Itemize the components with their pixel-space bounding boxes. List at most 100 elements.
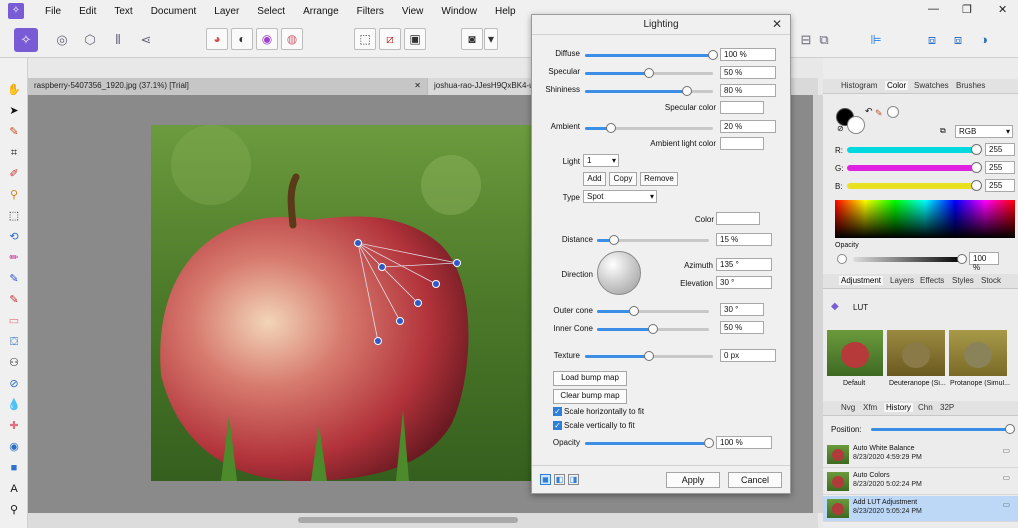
opacity-slider[interactable] — [853, 257, 963, 262]
contrast-icon[interactable]: ◐ — [231, 28, 253, 50]
tab-effects[interactable]: Effects — [920, 276, 944, 285]
invert-selection-icon[interactable]: ▣ — [404, 28, 426, 50]
shininess-field[interactable]: 80 % — [720, 84, 776, 97]
tab-channels[interactable]: Chn — [918, 403, 933, 412]
green-slider-knob[interactable] — [971, 162, 982, 173]
scrollbar-thumb[interactable] — [298, 517, 518, 523]
light-select[interactable]: 1 ▾ — [583, 154, 619, 167]
shininess-slider[interactable] — [585, 86, 713, 96]
erase-brush-icon[interactable]: ▭ — [6, 313, 22, 329]
develop-persona-icon[interactable]: ⬡ — [78, 28, 102, 52]
red-slider[interactable] — [847, 147, 977, 153]
arrange-icon[interactable]: ⧉ — [812, 28, 836, 52]
diffuse-slider[interactable] — [585, 50, 718, 60]
clear-bump-map-button[interactable]: Clear bump map — [553, 389, 627, 404]
align-left-icon[interactable]: ⊫ — [864, 28, 888, 52]
close-tab-icon[interactable]: ✕ — [414, 81, 421, 90]
scale-vertically-checkbox[interactable]: ✓ — [553, 421, 562, 430]
tone-mapping-persona-icon[interactable]: ⫴ — [106, 28, 130, 52]
history-position-slider[interactable] — [871, 428, 1011, 431]
horizontal-scrollbar[interactable] — [28, 513, 818, 528]
zoom-tool-icon[interactable]: ⚲ — [6, 502, 22, 518]
history-item[interactable]: Auto Colors 8/23/2020 5:02:24 PM ▭ — [823, 469, 1018, 495]
menu-help[interactable]: Help — [495, 6, 516, 17]
selection-brush-icon[interactable]: ✐ — [6, 166, 22, 182]
lut-preset-protanope[interactable] — [949, 330, 1007, 376]
tab-navigator[interactable]: Nvg — [841, 403, 855, 412]
preview-mirror-icon[interactable]: ◨ — [568, 474, 579, 485]
menu-arrange[interactable]: Arrange — [303, 6, 339, 17]
blur-tool-icon[interactable]: 💧 — [6, 397, 22, 413]
dodge-tool-icon[interactable]: ⊘ — [6, 376, 22, 392]
add-light-button[interactable]: Add — [583, 172, 606, 186]
color-mode-select[interactable]: RGB ▾ — [955, 125, 1013, 138]
liquify-persona-icon[interactable]: ◎ — [50, 28, 74, 52]
preview-split-icon[interactable]: ◧ — [554, 474, 565, 485]
move-tool-icon[interactable]: ➤ — [6, 103, 22, 119]
blue-slider[interactable] — [847, 183, 977, 189]
white-balance-icon[interactable]: ◍ — [281, 28, 303, 50]
tab-swatches[interactable]: Swatches — [914, 81, 949, 90]
elevation-field[interactable]: 30 ° — [716, 276, 772, 289]
menu-view[interactable]: View — [402, 6, 424, 17]
marquee-icon[interactable]: ⬚ — [354, 28, 376, 50]
specular-color-swatch[interactable] — [720, 101, 764, 114]
photo-persona-icon[interactable]: ✧ — [14, 28, 38, 52]
crop-tool-icon[interactable]: ⌗ — [6, 145, 22, 161]
inner-cone-field[interactable]: 50 % — [720, 321, 764, 334]
logo-icon[interactable]: ✧ — [8, 3, 24, 19]
light-color-swatch[interactable] — [716, 212, 760, 225]
outer-cone-field[interactable]: 30 ° — [720, 303, 764, 316]
deselect-icon[interactable]: ⧄ — [379, 28, 401, 50]
blue-slider-knob[interactable] — [971, 180, 982, 191]
tab-layers[interactable]: Layers — [890, 276, 914, 285]
snapshot-icon[interactable]: ▭ — [1002, 473, 1010, 482]
color-replacement-icon[interactable]: ✎ — [6, 271, 22, 287]
close-window-icon[interactable]: ✕ — [998, 3, 1007, 16]
preview-single-icon[interactable]: ◼ — [540, 474, 551, 485]
tab-brushes[interactable]: Brushes — [956, 81, 985, 90]
remove-light-button[interactable]: Remove — [640, 172, 678, 186]
ambient-field[interactable]: 20 % — [720, 120, 776, 133]
outer-cone-slider[interactable] — [597, 306, 709, 316]
green-slider[interactable] — [847, 165, 977, 171]
no-color-icon[interactable]: ⊘ — [837, 124, 844, 133]
boolean-add-icon[interactable]: ⧈ — [920, 28, 944, 52]
tab-32p[interactable]: 32P — [940, 403, 954, 412]
color-picker-tool-icon[interactable]: ✎ — [6, 124, 22, 140]
opacity-field[interactable]: 100 % — [716, 436, 772, 449]
flood-select-icon[interactable]: ⚲ — [6, 187, 22, 203]
opacity-value[interactable]: 100 % — [969, 252, 999, 272]
menu-filters[interactable]: Filters — [357, 6, 384, 17]
paint-brush-icon[interactable]: ✏ — [6, 250, 22, 266]
opacity-slider-knob[interactable] — [957, 254, 967, 264]
diffuse-field[interactable]: 100 % — [720, 48, 776, 61]
hand-tool-icon[interactable]: ✋ — [6, 82, 22, 98]
quick-mask-icon[interactable]: ◙ — [461, 28, 483, 50]
specular-slider[interactable] — [585, 68, 713, 78]
texture-slider[interactable] — [585, 351, 713, 361]
direction-sphere[interactable] — [597, 251, 641, 295]
text-tool-icon[interactable]: A — [6, 481, 22, 497]
distance-field[interactable]: 15 % — [716, 233, 772, 246]
marquee-tool-icon[interactable]: ⬚ — [6, 208, 22, 224]
picker-color-swatch[interactable] — [887, 106, 899, 118]
texture-field[interactable]: 0 px — [720, 349, 776, 362]
menu-text[interactable]: Text — [114, 6, 132, 17]
apply-button[interactable]: Apply — [666, 472, 720, 488]
cancel-button[interactable]: Cancel — [728, 472, 782, 488]
inpainting-icon[interactable]: ✚ — [6, 418, 22, 434]
distance-slider[interactable] — [597, 235, 709, 245]
rectangle-tool-icon[interactable]: ■ — [6, 460, 22, 476]
clone-tool-icon[interactable]: ⚇ — [6, 355, 22, 371]
menu-file[interactable]: File — [45, 6, 61, 17]
tab-histogram[interactable]: Histogram — [841, 81, 877, 90]
menu-edit[interactable]: Edit — [79, 6, 96, 17]
red-value[interactable]: 255 — [985, 143, 1015, 156]
red-slider-knob[interactable] — [971, 144, 982, 155]
document-tab-active[interactable]: raspberry-5407356_1920.jpg (37.1%) [Tria… — [28, 78, 428, 95]
photo-image[interactable] — [151, 125, 531, 481]
color-wheel-icon[interactable]: ◕ — [206, 28, 228, 50]
eyedropper-icon[interactable]: ✎ — [875, 108, 883, 119]
blue-value[interactable]: 255 — [985, 179, 1015, 192]
